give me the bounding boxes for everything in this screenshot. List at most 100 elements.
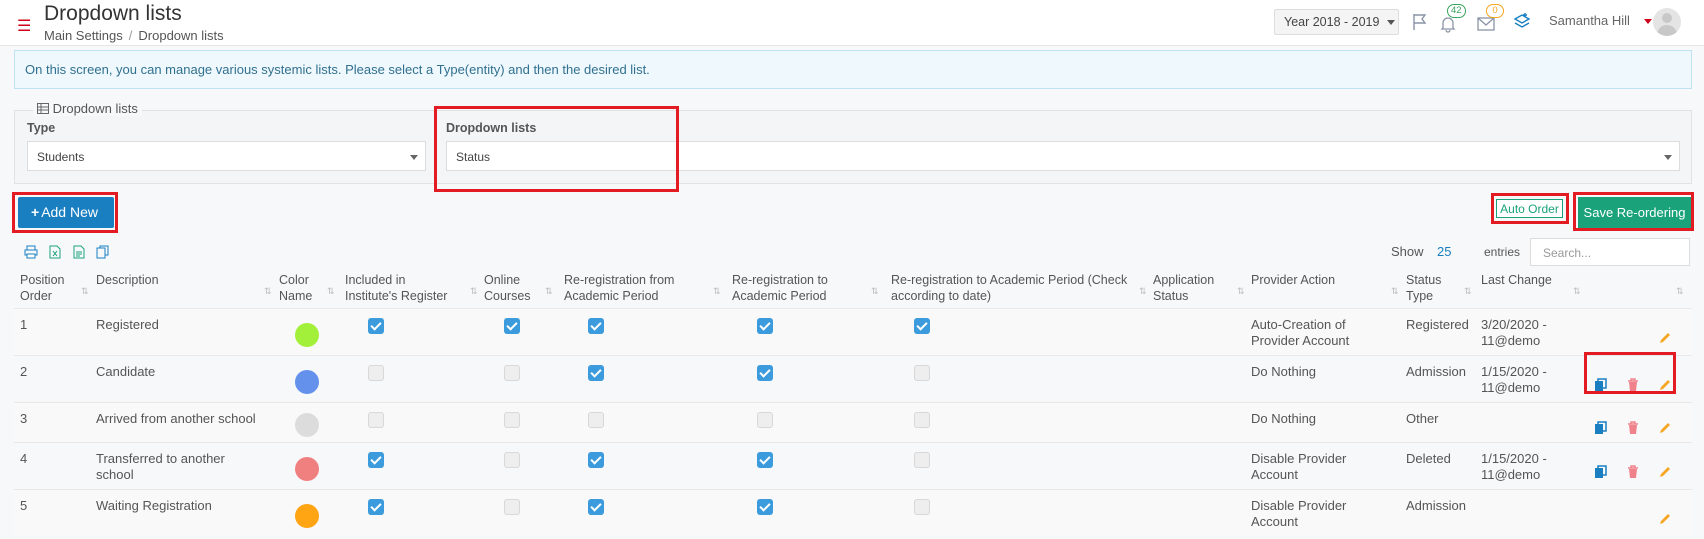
online-courses-checkbox[interactable]: [504, 499, 520, 515]
avatar[interactable]: [1653, 8, 1681, 36]
page-title: Dropdown lists: [44, 2, 182, 25]
excel-icon[interactable]: [48, 245, 62, 259]
rereg-date-checkbox[interactable]: [914, 452, 930, 468]
provider-action-cell: Auto-Creation of Provider Account: [1251, 317, 1350, 348]
column-header-position-order[interactable]: Position Order: [20, 272, 80, 304]
chevron-down-icon: [410, 155, 418, 160]
notifications-badge: 42: [1447, 4, 1466, 18]
color-swatch: [295, 369, 319, 394]
sort-icon[interactable]: ⇅: [81, 286, 88, 297]
csv-icon[interactable]: [72, 245, 86, 259]
rereg-from-checkbox[interactable]: [588, 452, 604, 468]
color-swatch: [295, 456, 319, 481]
rereg-to-checkbox[interactable]: [757, 318, 773, 334]
search-input[interactable]: Search...: [1530, 238, 1690, 266]
table-row[interactable]: 3 Arrived from another school Do Nothing Ot…: [14, 402, 1692, 442]
table-row[interactable]: 1 Registered Auto-Creation of Provider Acc…: [14, 308, 1692, 355]
rereg-from-checkbox[interactable]: [588, 365, 604, 381]
rereg-from-checkbox[interactable]: [588, 412, 604, 428]
edit-icon[interactable]: [1658, 465, 1672, 479]
rereg-to-checkbox[interactable]: [757, 499, 773, 515]
column-header-provider-action[interactable]: Provider Action: [1251, 272, 1335, 288]
rereg-date-checkbox[interactable]: [914, 318, 930, 334]
description-cell: Transferred to another school: [96, 451, 225, 482]
page-size-select[interactable]: 25: [1437, 244, 1451, 259]
breadcrumb-dropdown-lists: Dropdown lists: [138, 28, 224, 43]
delete-icon[interactable]: [1626, 421, 1640, 435]
rereg-date-checkbox[interactable]: [914, 499, 930, 515]
included-checkbox[interactable]: [368, 452, 384, 468]
rereg-to-checkbox[interactable]: [757, 365, 773, 381]
position-order-cell: 5: [20, 498, 28, 513]
filter-legend: Dropdown lists: [33, 101, 142, 116]
rereg-date-checkbox[interactable]: [914, 365, 930, 381]
chevron-down-icon: [1386, 20, 1395, 26]
layers-icon[interactable]: [1512, 11, 1532, 31]
column-header-rereg-date[interactable]: Re-registration to Academic Period (Chec…: [891, 272, 1146, 304]
table-row[interactable]: 4 Transferred to another school Disable Pr…: [14, 442, 1692, 489]
year-value: Year 2018 - 2019: [1284, 15, 1380, 29]
table-row[interactable]: 2 Candidate Do Nothing Admission 1/15/2020 -…: [14, 355, 1692, 402]
online-courses-checkbox[interactable]: [504, 412, 520, 428]
menu-icon[interactable]: ☰: [17, 19, 31, 35]
edit-icon[interactable]: [1658, 421, 1672, 435]
online-courses-checkbox[interactable]: [504, 452, 520, 468]
sort-icon[interactable]: ⇅: [470, 286, 477, 297]
included-checkbox[interactable]: [368, 365, 384, 381]
copy-icon[interactable]: [1594, 421, 1608, 435]
column-header-application-status[interactable]: Application Status: [1153, 272, 1228, 304]
year-selector[interactable]: Year 2018 - 2019: [1274, 9, 1399, 35]
user-name[interactable]: Samantha Hill: [1549, 13, 1630, 28]
status-type-cell: Deleted: [1406, 451, 1451, 466]
user-menu-chevron-icon[interactable]: [1644, 19, 1652, 24]
print-icon[interactable]: [24, 245, 38, 259]
copy-icon[interactable]: [96, 245, 110, 259]
top-bar: ☰ Dropdown lists Main Settings / Dropdown …: [0, 0, 1704, 46]
rereg-to-checkbox[interactable]: [757, 452, 773, 468]
column-header-online-courses[interactable]: Online Courses: [484, 272, 539, 304]
description-cell: Waiting Registration: [96, 498, 212, 513]
rereg-to-checkbox[interactable]: [757, 412, 773, 428]
sort-icon[interactable]: ⇅: [1464, 286, 1471, 297]
status-type-cell: Registered: [1406, 317, 1469, 332]
sort-icon[interactable]: ⇅: [545, 286, 552, 297]
status-type-cell: Admission: [1406, 364, 1466, 379]
sort-icon[interactable]: ⇅: [1237, 286, 1244, 297]
last-change-cell: 1/15/2020 - 11@demo: [1481, 451, 1547, 482]
online-courses-checkbox[interactable]: [504, 365, 520, 381]
edit-icon[interactable]: [1658, 331, 1672, 345]
sort-icon[interactable]: ⇅: [871, 286, 878, 297]
edit-icon[interactable]: [1658, 512, 1672, 526]
breadcrumb-main-settings[interactable]: Main Settings: [44, 28, 123, 43]
column-header-included[interactable]: Included in Institute's Register: [345, 272, 455, 304]
rereg-from-checkbox[interactable]: [588, 318, 604, 334]
column-header-color-name[interactable]: Color Name: [279, 272, 321, 304]
table-row[interactable]: 5 Waiting Registration Disable Provider Ac…: [14, 489, 1692, 536]
copy-icon[interactable]: [1594, 464, 1608, 479]
position-order-cell: 2: [20, 364, 28, 379]
column-header-description[interactable]: Description: [96, 272, 159, 288]
column-header-status-type[interactable]: Status Type: [1406, 272, 1451, 304]
sort-icon[interactable]: ⇅: [713, 286, 720, 297]
column-header-rereg-from[interactable]: Re-registration from Academic Period: [564, 272, 699, 304]
sort-icon[interactable]: ⇅: [264, 286, 271, 297]
show-label: Show: [1391, 244, 1424, 259]
included-checkbox[interactable]: [368, 318, 384, 334]
position-order-cell: 4: [20, 451, 28, 466]
sort-icon[interactable]: ⇅: [1676, 286, 1683, 297]
rereg-from-checkbox[interactable]: [588, 499, 604, 515]
status-type-cell: Other: [1406, 411, 1439, 426]
sort-icon[interactable]: ⇅: [1573, 286, 1580, 297]
column-header-rereg-to[interactable]: Re-registration to Academic Period: [732, 272, 852, 304]
sort-icon[interactable]: ⇅: [327, 286, 334, 297]
rereg-date-checkbox[interactable]: [914, 412, 930, 428]
included-checkbox[interactable]: [368, 499, 384, 515]
type-select[interactable]: Students: [27, 141, 426, 171]
included-checkbox[interactable]: [368, 412, 384, 428]
sort-icon[interactable]: ⇅: [1139, 286, 1146, 297]
sort-icon[interactable]: ⇅: [1391, 286, 1398, 297]
delete-icon[interactable]: [1626, 464, 1640, 479]
column-header-last-change[interactable]: Last Change: [1481, 272, 1552, 288]
flag-icon[interactable]: [1410, 12, 1430, 32]
online-courses-checkbox[interactable]: [504, 318, 520, 334]
